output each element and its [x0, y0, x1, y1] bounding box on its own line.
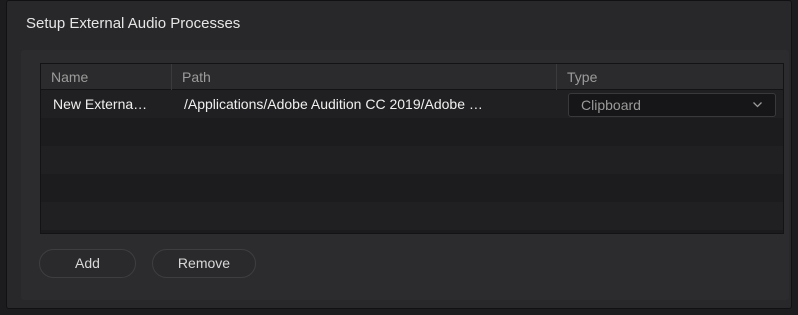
- table-row-empty: [41, 118, 783, 146]
- add-button[interactable]: Add: [39, 249, 136, 278]
- processes-table: Name Path Type New Externa… /Application…: [40, 63, 784, 234]
- table-row-empty: [41, 146, 783, 174]
- dialog-title: Setup External Audio Processes: [26, 15, 241, 32]
- chevron-down-icon: [753, 102, 762, 108]
- type-select[interactable]: Clipboard: [568, 93, 776, 117]
- process-path-cell[interactable]: /Applications/Adobe Audition CC 2019/Ado…: [184, 90, 554, 118]
- external-audio-processes-dialog: Setup External Audio Processes Name Path…: [6, 0, 792, 309]
- column-header-type[interactable]: Type: [556, 64, 783, 90]
- table-row[interactable]: New Externa… /Applications/Adobe Auditio…: [41, 90, 783, 118]
- table-row-empty: [41, 174, 783, 202]
- column-header-path[interactable]: Path: [171, 64, 556, 90]
- type-select-value: Clipboard: [581, 97, 641, 113]
- table-header: Name Path Type: [41, 64, 783, 90]
- column-header-name[interactable]: Name: [41, 64, 171, 90]
- process-name-cell[interactable]: New Externa…: [53, 90, 168, 118]
- table-row-empty: [41, 202, 783, 230]
- remove-button[interactable]: Remove: [152, 249, 256, 278]
